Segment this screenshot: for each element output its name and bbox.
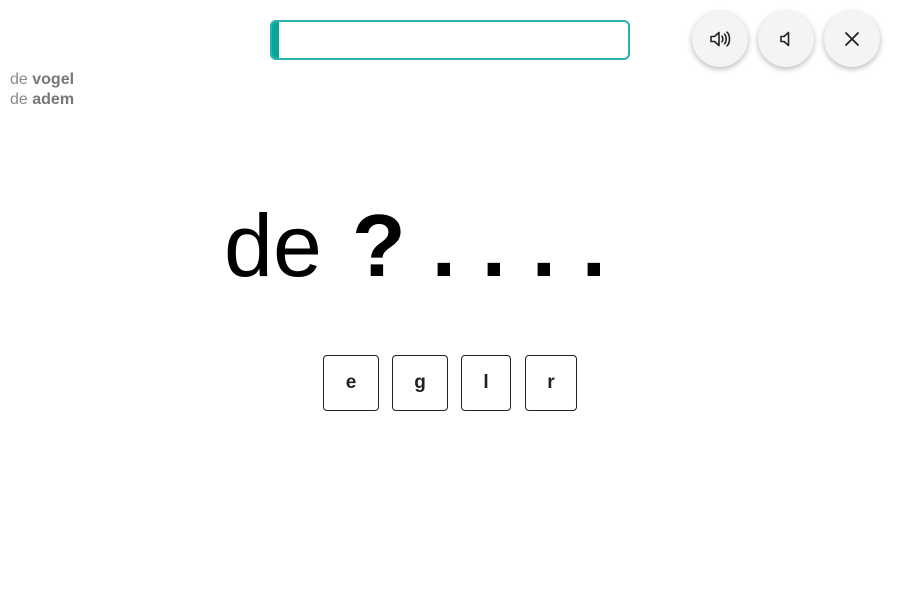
word-text: vogel [32,71,75,88]
word-list-item: de adem [10,90,74,110]
progress-bar [270,20,630,60]
speaker-loud-icon [710,31,731,47]
exercise-screen: de vogel de adem de ? . . . . e g l r [0,0,900,600]
progress-bar-fill [272,22,279,58]
letter-slot: . [431,196,457,295]
letter-tile[interactable]: e [323,355,379,411]
word-article: de [10,91,28,108]
word-text: adem [32,91,75,108]
letter-tile[interactable]: r [525,355,577,411]
letter-slot: . [481,196,507,295]
play-sound-button[interactable] [692,11,748,67]
puzzle-article: de [224,196,322,295]
word-article: de [10,71,28,88]
letter-tile[interactable]: g [392,355,448,411]
letter-slot: . [581,196,607,295]
current-letter-slot: ? [351,196,406,295]
close-icon [845,32,859,46]
letter-tile[interactable]: l [461,355,511,411]
play-sound-quiet-button[interactable] [758,11,814,67]
learned-words-list: de vogel de adem [10,70,74,110]
word-list-item: de vogel [10,70,74,90]
letter-slot: . [531,196,557,295]
word-puzzle: de ? . . . . [224,196,632,296]
close-button[interactable] [824,11,880,67]
speaker-soft-icon [780,31,790,47]
